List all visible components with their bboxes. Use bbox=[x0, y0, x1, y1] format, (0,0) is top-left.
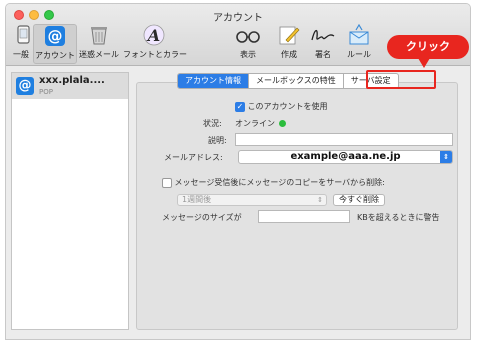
size-suffix-label: KBを超えるときに警告 bbox=[357, 213, 440, 222]
trash-icon bbox=[91, 27, 107, 45]
remove-copy-row: メッセージ受信後にメッセージのコピーをサーバから削除: bbox=[162, 177, 385, 188]
tab-mailbox-behaviors[interactable]: メールボックスの特性 bbox=[249, 74, 344, 88]
email-address-value: example@aaa.ne.jp bbox=[290, 151, 401, 162]
font-icon: A bbox=[143, 24, 165, 46]
remove-copy-label: メッセージ受信後にメッセージのコピーをサーバから削除: bbox=[174, 178, 385, 187]
remove-after-select[interactable]: 1週間後 ⇕ bbox=[177, 194, 327, 206]
toolbar-rules[interactable]: ルール bbox=[344, 24, 374, 64]
click-callout: クリック bbox=[387, 35, 469, 59]
toolbar-fonts-colors[interactable]: A フォントとカラー bbox=[123, 24, 187, 64]
email-label: メールアドレス: bbox=[164, 153, 223, 162]
chevron-updown-icon: ⇕ bbox=[317, 196, 323, 204]
account-type: POP bbox=[39, 88, 53, 96]
chevron-updown-icon: ⇕ bbox=[440, 151, 452, 163]
size-label: メッセージのサイズが bbox=[162, 213, 242, 222]
tab-account-info[interactable]: アカウント情報 bbox=[178, 74, 249, 88]
status-row: オンライン bbox=[235, 118, 286, 129]
toolbar-viewing[interactable]: 表示 bbox=[235, 24, 261, 64]
status-value: オンライン bbox=[235, 119, 275, 128]
toolbar-accounts[interactable]: @ アカウント bbox=[33, 24, 77, 64]
toolbar-signatures[interactable]: 署名 bbox=[308, 24, 338, 64]
svg-text:A: A bbox=[146, 26, 160, 45]
use-account-label: このアカウントを使用 bbox=[247, 102, 328, 111]
toolbar-general[interactable]: 一般 bbox=[10, 24, 32, 64]
remove-copy-checkbox[interactable] bbox=[162, 177, 172, 188]
at-icon: @ bbox=[16, 77, 34, 95]
status-label: 状況: bbox=[203, 119, 222, 128]
remove-after-value: 1週間後 bbox=[182, 195, 212, 204]
toolbar-junk-mail[interactable]: 迷惑メール bbox=[78, 24, 120, 64]
description-field[interactable] bbox=[235, 133, 453, 146]
svg-text:@: @ bbox=[48, 27, 63, 45]
at-icon: @ bbox=[45, 26, 65, 46]
toolbar-composing[interactable]: 作成 bbox=[276, 24, 302, 64]
description-label: 説明: bbox=[208, 136, 227, 145]
account-name: xxx.plala.... bbox=[39, 75, 105, 86]
use-account-row: ✓ このアカウントを使用 bbox=[235, 101, 328, 112]
server-settings-highlight bbox=[366, 70, 436, 89]
use-account-checkbox[interactable]: ✓ bbox=[235, 101, 245, 112]
glasses-icon bbox=[236, 31, 260, 43]
email-address-select[interactable]: example@aaa.ne.jp ⇕ bbox=[238, 150, 453, 164]
account-list-item[interactable]: @ xxx.plala.... POP bbox=[12, 73, 128, 99]
rules-icon bbox=[349, 24, 369, 45]
compose-icon bbox=[279, 26, 300, 45]
size-limit-field[interactable] bbox=[258, 210, 350, 223]
window-title: アカウント bbox=[213, 13, 263, 24]
callout-pointer bbox=[418, 58, 430, 68]
account-settings-panel bbox=[136, 82, 458, 330]
online-status-dot bbox=[279, 120, 286, 127]
accounts-sidebar: @ xxx.plala.... POP bbox=[11, 72, 129, 330]
remove-now-button[interactable]: 今すぐ削除 bbox=[333, 194, 385, 206]
signature-icon bbox=[311, 29, 335, 41]
